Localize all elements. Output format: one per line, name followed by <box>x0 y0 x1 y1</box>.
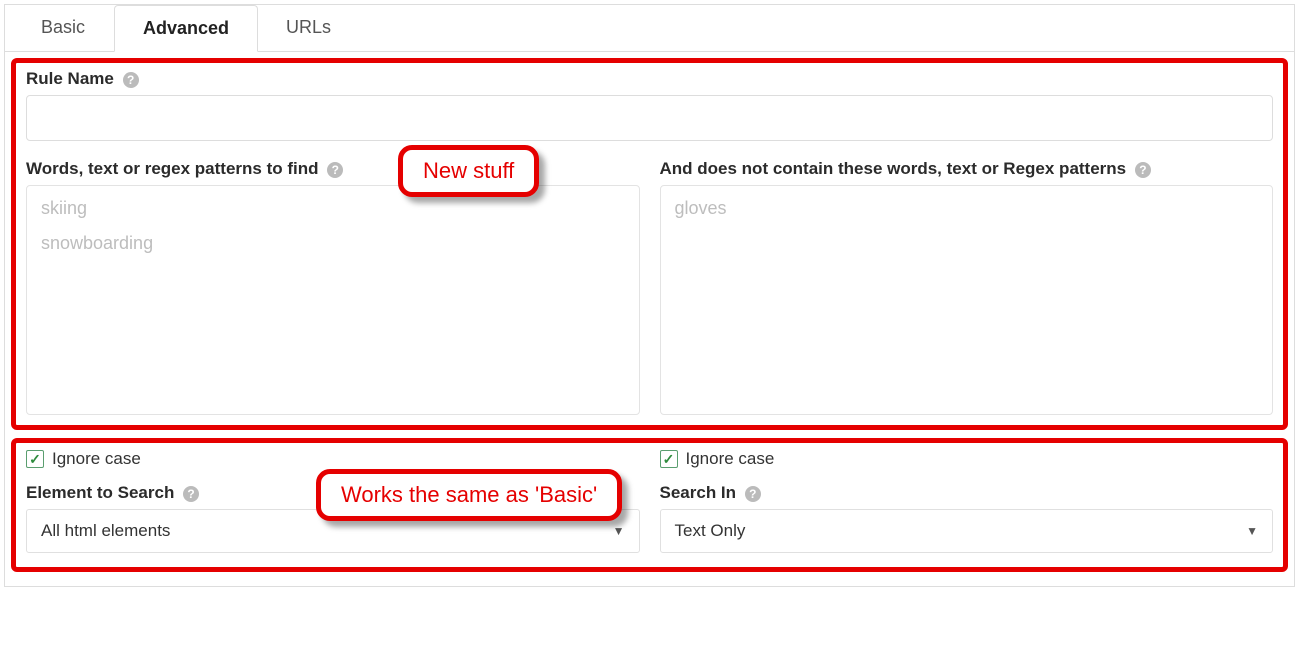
tag-item[interactable]: gloves <box>675 198 1259 219</box>
tab-advanced[interactable]: Advanced <box>114 5 258 52</box>
highlight-box-top: Rule Name ? Words, text or regex pattern… <box>11 58 1288 430</box>
ignore-case-label-left: Ignore case <box>52 449 141 469</box>
exclude-words-input[interactable]: gloves <box>660 185 1274 415</box>
ignore-case-checkbox-left[interactable] <box>26 450 44 468</box>
select-value: Text Only <box>675 521 746 541</box>
chevron-down-icon: ▼ <box>1246 524 1258 538</box>
exclude-words-label: And does not contain these words, text o… <box>660 159 1274 179</box>
tab-bar: Basic Advanced URLs <box>5 5 1294 52</box>
help-icon[interactable]: ? <box>745 486 761 502</box>
search-in-select[interactable]: Text Only ▼ <box>660 509 1274 553</box>
tab-urls[interactable]: URLs <box>258 5 360 51</box>
find-words-input[interactable]: skiing snowboarding <box>26 185 640 415</box>
rule-name-label: Rule Name ? <box>26 69 1273 89</box>
tab-basic[interactable]: Basic <box>13 5 114 51</box>
ignore-case-label-right: Ignore case <box>686 449 775 469</box>
tag-item[interactable]: snowboarding <box>41 233 625 254</box>
search-in-label: Search In ? <box>660 483 1274 503</box>
ignore-case-checkbox-right[interactable] <box>660 450 678 468</box>
help-icon[interactable]: ? <box>123 72 139 88</box>
chevron-down-icon: ▼ <box>613 524 625 538</box>
find-words-label: Words, text or regex patterns to find ? <box>26 159 640 179</box>
help-icon[interactable]: ? <box>327 162 343 178</box>
tab-content-advanced: Rule Name ? Words, text or regex pattern… <box>5 52 1294 586</box>
help-icon[interactable]: ? <box>183 486 199 502</box>
callout-same-as-basic: Works the same as 'Basic' <box>316 469 622 521</box>
help-icon[interactable]: ? <box>1135 162 1151 178</box>
rule-editor-panel: Basic Advanced URLs Rule Name ? Words, t… <box>4 4 1295 587</box>
highlight-box-bottom: Ignore case Element to Search ? All html… <box>11 438 1288 572</box>
callout-new-stuff: New stuff <box>398 145 539 197</box>
tag-item[interactable]: skiing <box>41 198 625 219</box>
rule-name-input[interactable] <box>26 95 1273 141</box>
select-value: All html elements <box>41 521 170 541</box>
